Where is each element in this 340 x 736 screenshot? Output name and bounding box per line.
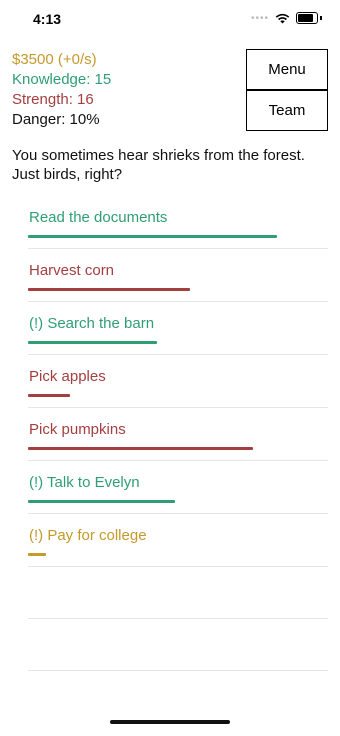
status-icons: •••• bbox=[251, 12, 322, 24]
battery-tip bbox=[320, 16, 322, 20]
battery-icon bbox=[296, 12, 318, 24]
action-harvest-corn[interactable]: Harvest corn bbox=[28, 249, 328, 302]
action-pick-pumpkins[interactable]: Pick pumpkins bbox=[28, 408, 328, 461]
danger-stat: Danger: 10% bbox=[12, 111, 100, 128]
progress-bar bbox=[28, 341, 157, 344]
knowledge-stat: Knowledge: 15 bbox=[12, 71, 112, 88]
action-pick-apples[interactable]: Pick apples bbox=[28, 355, 328, 408]
wifi-icon bbox=[275, 13, 290, 23]
action-label: (!) Pay for college bbox=[29, 527, 147, 544]
status-bar: 4:13 •••• bbox=[0, 0, 340, 40]
action-label: Pick pumpkins bbox=[29, 421, 126, 438]
action-label: Pick apples bbox=[29, 368, 106, 385]
action-pay-college[interactable]: (!) Pay for college bbox=[28, 514, 328, 567]
action-talk-evelyn[interactable]: (!) Talk to Evelyn bbox=[28, 461, 328, 514]
action-label: Read the documents bbox=[29, 209, 168, 226]
empty-row bbox=[28, 619, 328, 671]
action-read-documents[interactable]: Read the documents bbox=[28, 196, 328, 249]
home-indicator[interactable] bbox=[110, 720, 230, 724]
progress-bar bbox=[28, 288, 190, 291]
progress-bar bbox=[28, 394, 70, 397]
action-label: (!) Talk to Evelyn bbox=[29, 474, 140, 491]
progress-bar bbox=[28, 447, 253, 450]
signal-icon: •••• bbox=[250, 12, 269, 24]
progress-bar bbox=[28, 500, 175, 503]
empty-row bbox=[28, 567, 328, 619]
progress-bar bbox=[28, 235, 277, 238]
team-button[interactable]: Team bbox=[246, 90, 328, 131]
strength-stat: Strength: 16 bbox=[12, 91, 94, 108]
stats-panel: $3500 (+0/s) Knowledge: 15 Strength: 16 … bbox=[12, 50, 111, 130]
status-time: 4:13 bbox=[33, 11, 62, 27]
money-stat: $3500 (+0/s) bbox=[12, 51, 97, 68]
action-list: Read the documents Harvest corn (!) Sear… bbox=[28, 196, 328, 671]
progress-bar bbox=[28, 553, 46, 556]
button-group: Menu Team bbox=[246, 49, 328, 131]
menu-button[interactable]: Menu bbox=[246, 49, 328, 90]
action-label: (!) Search the barn bbox=[29, 315, 155, 332]
action-label: Harvest corn bbox=[29, 262, 115, 279]
action-search-barn[interactable]: (!) Search the barn bbox=[28, 302, 328, 355]
flavor-text: You sometimes hear shrieks from the fore… bbox=[12, 147, 305, 183]
